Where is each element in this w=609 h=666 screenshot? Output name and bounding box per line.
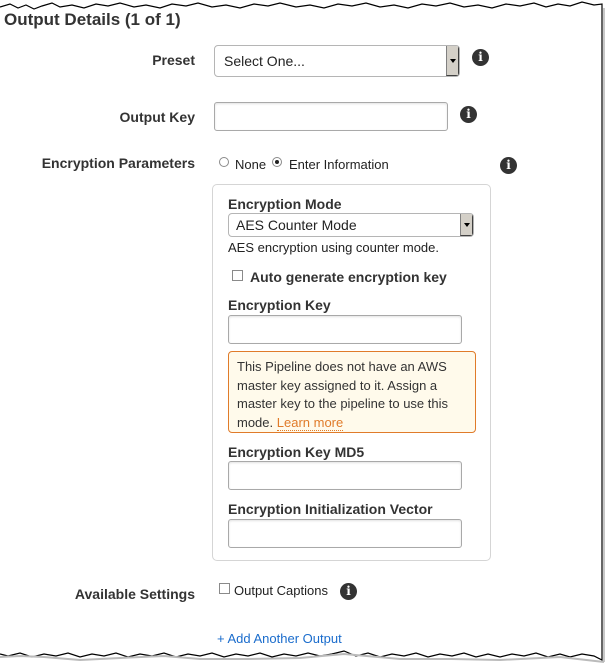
output-captions-label: Output Captions [234,583,328,598]
encryption-mode-help: AES encryption using counter mode. [228,240,440,255]
available-settings-label: Available Settings [74,586,195,602]
info-icon[interactable]: i [340,583,357,600]
encryption-key-md5-label: Encryption Key MD5 [228,444,365,460]
learn-more-link[interactable]: Learn more [276,414,344,431]
radio-enter-information-label: Enter Information [289,157,389,172]
info-icon[interactable]: i [500,157,517,174]
output-key-label: Output Key [119,109,195,125]
radio-none-label: None [235,157,267,172]
encryption-mode-value: AES Counter Mode [236,217,357,233]
warning-box: This Pipeline does not have an AWS maste… [228,351,476,433]
radio-enter-information[interactable] [272,157,282,167]
encryption-key-label: Encryption Key [228,297,331,313]
section-title: Output Details (1 of 1) [4,10,181,29]
auto-generate-checkbox[interactable] [232,270,243,281]
encryption-mode-select[interactable]: AES Counter Mode [228,213,474,237]
info-icon[interactable]: i [472,49,489,66]
encryption-key-md5-input[interactable] [228,461,462,490]
output-details-page: Output Details (1 of 1) Preset Select On… [0,0,609,666]
encryption-mode-label: Encryption Mode [228,196,342,212]
preset-label: Preset [152,52,195,68]
info-icon[interactable]: i [460,106,477,123]
add-another-output-link[interactable]: + Add Another Output [217,631,342,646]
encryption-key-input[interactable] [228,315,462,344]
encryption-iv-input[interactable] [228,519,462,548]
chevron-down-icon[interactable] [446,46,459,76]
encryption-iv-label: Encryption Initialization Vector [228,501,433,517]
chevron-down-icon[interactable] [460,214,473,236]
radio-none[interactable] [219,157,229,167]
preset-select-value: Select One... [224,53,305,69]
output-key-input[interactable] [214,102,448,131]
encryption-parameters-label: Encryption Parameters [41,155,195,171]
output-captions-checkbox[interactable] [219,583,230,594]
auto-generate-label: Auto generate encryption key [250,269,447,285]
preset-select[interactable]: Select One... [214,45,460,77]
